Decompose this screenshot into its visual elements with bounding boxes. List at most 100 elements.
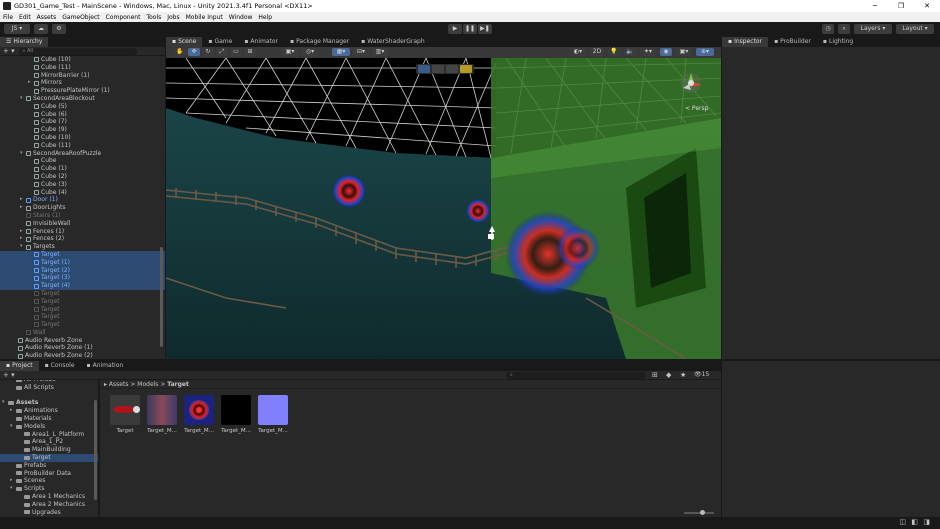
hierarchy-row[interactable]: Cube (3) [0, 181, 165, 189]
hand-tool-icon[interactable]: ✋ [174, 48, 186, 56]
project-tree-scrollbar[interactable] [94, 400, 97, 500]
asset-thumbnail[interactable] [221, 395, 251, 425]
hierarchy-row[interactable]: Cube [0, 157, 165, 165]
hierarchy-row[interactable]: Audio Reverb Zone [0, 337, 165, 345]
menu-gameobject[interactable]: GameObject [59, 14, 102, 21]
asset-label[interactable]: Target_M... [255, 428, 291, 434]
tab-animation[interactable]: ▪ Animation [81, 361, 130, 371]
project-folder[interactable]: Prefabs [0, 462, 98, 470]
menu-jobs[interactable]: Jobs [164, 14, 182, 21]
tab-project[interactable]: ▪ Project [0, 361, 39, 371]
hierarchy-row[interactable]: Target [0, 313, 165, 321]
hierarchy-row[interactable]: Audio Reverb Zone (1) [0, 344, 165, 352]
hierarchy-row[interactable]: Target (2) [0, 266, 165, 275]
scene-orientation-gizmo-icon[interactable] [681, 73, 701, 93]
tab-inspector[interactable]: ▪ Inspector [722, 37, 769, 47]
project-folder[interactable]: ▾ Assets [0, 399, 98, 407]
tab-game[interactable]: ▪ Game [202, 37, 238, 47]
menu-component[interactable]: Component [103, 14, 144, 21]
project-folder[interactable]: Upgrades [0, 509, 98, 517]
project-folder[interactable]: MainBuilding [0, 446, 98, 454]
shading-mode-dropdown[interactable]: ◐▾ [570, 48, 586, 56]
camera-dropdown[interactable]: ▣▾ [676, 48, 692, 56]
filter-label-icon[interactable]: ◆ [666, 371, 671, 379]
lighting-toggle-icon[interactable]: 💡 [608, 48, 620, 56]
hierarchy-row[interactable]: Wall [0, 329, 165, 337]
hierarchy-search-input[interactable]: ⌕ All [18, 47, 137, 55]
asset-label[interactable]: Target_M... [181, 428, 217, 434]
hierarchy-row[interactable]: ▾ SecondAreaBlockout [0, 95, 165, 103]
favorite-icon[interactable]: ★ [680, 371, 686, 379]
hierarchy-row[interactable]: Cube (10) [0, 56, 165, 64]
project-search-input[interactable]: ⌕ [506, 372, 646, 379]
minimize-icon[interactable]: ─ [862, 0, 888, 12]
create-icon[interactable]: + ▾ [3, 371, 15, 379]
pause-button[interactable]: ❚❚ [463, 24, 477, 34]
hierarchy-row[interactable]: ▾ SecondAreaRoofPuzzle [0, 150, 165, 158]
project-folder[interactable]: All Scripts [0, 384, 98, 392]
menu-edit[interactable]: Edit [16, 14, 34, 21]
project-folder[interactable]: Area1_L_Platform [0, 431, 98, 439]
pivot-dropdown[interactable]: ▣▾ [281, 48, 299, 56]
history-icon[interactable]: ◷ [822, 24, 834, 34]
menu-file[interactable]: File [0, 14, 16, 21]
ruler-dropdown[interactable]: ▥▾ [371, 48, 389, 56]
hierarchy-row[interactable]: Target [0, 306, 165, 314]
rect-tool-icon[interactable]: ▭ [230, 48, 242, 56]
mode-2d-toggle[interactable]: 2D [590, 48, 604, 56]
menu-assets[interactable]: Assets [34, 14, 60, 21]
hierarchy-row[interactable]: Cube (5) [0, 103, 165, 111]
project-folder[interactable]: ▾ Models [0, 423, 98, 431]
scene-viewport[interactable]: < Persp [166, 58, 721, 359]
account-dropdown[interactable]: JS ▾ [4, 24, 30, 34]
gizmos-dropdown[interactable]: ⊕▾ [696, 48, 714, 56]
global-dropdown[interactable]: ◎▾ [301, 48, 319, 56]
add-icon[interactable]: + ▾ [3, 47, 15, 55]
menu-help[interactable]: Help [255, 14, 275, 21]
hierarchy-row[interactable]: ▸ Fences (1) [0, 228, 165, 236]
asset-thumbnail[interactable] [258, 395, 288, 425]
breadcrumb-item[interactable]: Target [167, 381, 189, 388]
hierarchy-row[interactable]: Audio Reverb Zone (2) [0, 352, 165, 360]
project-folder[interactable]: ▸ Scenes [0, 477, 98, 485]
filter-type-icon[interactable]: ⊞ [652, 371, 658, 379]
hierarchy-row[interactable]: MirrorBarrier (1) [0, 72, 165, 80]
layout-dropdown[interactable]: Layout ▾ [896, 24, 934, 34]
project-folder[interactable]: ▾ Scripts [0, 485, 98, 493]
hierarchy-row[interactable]: Cube (2) [0, 173, 165, 181]
project-folder[interactable]: Materials [0, 415, 98, 423]
status-icon-1[interactable]: ◫ [899, 518, 906, 526]
project-folder[interactable]: Area 2 Mechanics [0, 501, 98, 509]
transform-tool-icon[interactable]: ⊞ [244, 48, 256, 56]
layers-dropdown[interactable]: Layers ▾ [854, 24, 892, 34]
project-folder[interactable]: Area 1 Mechanics [0, 493, 98, 501]
hierarchy-row[interactable]: Target (1) [0, 258, 165, 267]
zoom-slider[interactable] [684, 510, 714, 515]
menu-tools[interactable]: Tools [143, 14, 164, 21]
hierarchy-row[interactable]: Cube (4) [0, 189, 165, 197]
hierarchy-row[interactable]: Cube (10) [0, 134, 165, 142]
hierarchy-row[interactable]: Target [0, 298, 165, 306]
status-icon-2[interactable]: ◧ [911, 518, 918, 526]
project-folder[interactable] [0, 392, 98, 400]
hierarchy-row[interactable]: ▸ Door (1) [0, 196, 165, 204]
persp-label[interactable]: < Persp [685, 105, 709, 112]
hierarchy-row[interactable]: Cube (6) [0, 111, 165, 119]
asset-thumbnail[interactable] [110, 395, 140, 425]
asset-thumbnail[interactable] [147, 395, 177, 425]
hierarchy-row[interactable]: Target (4) [0, 282, 165, 290]
hierarchy-row[interactable]: PressurePlateMirror (1) [0, 87, 165, 95]
asset-label[interactable]: Target [107, 428, 143, 434]
hierarchy-row[interactable]: Cube (1) [0, 165, 165, 173]
visibility-toggle-icon[interactable]: ◉ [660, 48, 672, 56]
menu-mobile-input[interactable]: Mobile Input [183, 14, 226, 21]
audio-toggle-icon[interactable]: 🔈 [624, 48, 636, 56]
tab-console[interactable]: ▪ Console [39, 361, 81, 371]
hidden-count[interactable]: 👁15 [694, 371, 709, 378]
hierarchy-row[interactable]: Target [0, 321, 165, 329]
tab-lighting[interactable]: ▪ Lighting [817, 37, 859, 47]
zoom-slider-handle[interactable] [700, 510, 705, 515]
tab-probuilder[interactable]: ▪ ProBuilder [768, 37, 817, 47]
hierarchy-row[interactable]: Target [0, 250, 165, 259]
hierarchy-row[interactable]: Stairs (1) [0, 212, 165, 220]
